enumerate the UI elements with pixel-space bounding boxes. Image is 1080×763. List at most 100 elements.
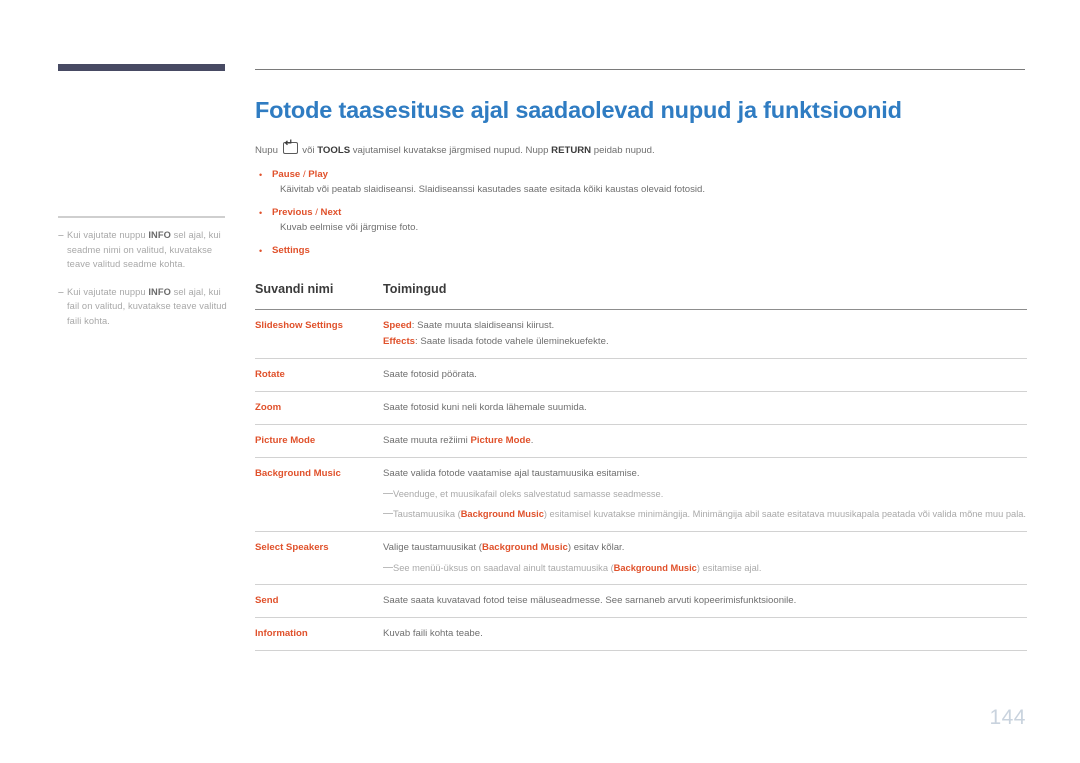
sub-note-after: ) esitamise ajal. (696, 562, 762, 573)
table-row: Select Speakers Valige taustamuusikat (B… (255, 531, 1027, 585)
option-name: Send (255, 595, 279, 607)
bullet-marker-icon: • (259, 169, 263, 180)
sidebar-note-before: Kui vajutate nuppu (67, 230, 149, 240)
action-text: : Saate lisada fotode vahele üleminekuef… (415, 335, 609, 347)
option-action: Saate muuta režiimi Picture Mode. (383, 424, 1027, 457)
sub-note: — Veenduge, et muusikafail oleks salvest… (383, 487, 1027, 502)
option-action: Saate saata kuvatavad fotod teise mäluse… (383, 585, 1027, 618)
table-row: Slideshow Settings Speed: Saate muuta sl… (255, 309, 1027, 359)
option-name: Slideshow Settings (255, 319, 343, 331)
column-header-name: Suvandi nimi (255, 281, 334, 296)
dash-marker: — (383, 508, 393, 520)
bullet-description: Käivitab või peatab slaidiseansi. Slaidi… (280, 183, 706, 195)
bullet-label-separator: / (312, 206, 321, 218)
sub-note-text: Veenduge, et muusikafail oleks salvestat… (393, 487, 663, 502)
action-text-end: ) esitav kõlar. (567, 541, 625, 553)
option-name: Background Music (255, 467, 341, 479)
intro-paragraph: Nupu või TOOLS vajutamisel kuvatakse jär… (255, 139, 1027, 158)
bullet-heading: • Settings (255, 244, 1027, 258)
action-line: Valige taustamuusikat (Background Music)… (383, 541, 1027, 555)
sidebar-note: – Kui vajutate nuppu INFO sel ajal, kui … (58, 228, 228, 272)
intro-return-label: RETURN (551, 145, 592, 156)
option-name: Picture Mode (255, 434, 316, 446)
sub-note-before: Taustamuusika ( (393, 509, 461, 520)
dash-marker: – (58, 229, 64, 241)
table-row: Send Saate saata kuvatavad fotod teise m… (255, 585, 1027, 618)
options-table: Suvandi nimi Toimingud Slideshow Setting… (255, 282, 1027, 652)
dash-marker: – (58, 285, 64, 298)
option-action: Saate valida fotode vaatamise ajal taust… (383, 457, 1027, 531)
bullet-label-a: Previous (272, 206, 313, 218)
intro-part4: peidab nupud. (591, 145, 655, 156)
table-row: Picture Mode Saate muuta režiimi Picture… (255, 424, 1027, 458)
sidebar-note-before: Kui vajutate nuppu (67, 286, 149, 297)
enter-key-icon (282, 139, 298, 154)
action-term: Effects (383, 335, 415, 347)
table-header-row: Suvandi nimi Toimingud (255, 282, 1027, 310)
bullet-label-a: Pause (272, 168, 301, 180)
action-line: Kuvab faili kohta teabe. (383, 627, 1027, 641)
action-text: Kuvab faili kohta teabe. (383, 628, 483, 640)
sidebar-note-bold: INFO (148, 230, 171, 240)
bullet-heading: • Pause / Play (255, 168, 1027, 182)
list-item: • Previous / Next Kuvab eelmise või järg… (255, 206, 1027, 235)
intro-part3: vajutamisel kuvatakse järgmised nupud. N… (350, 145, 552, 156)
intro-part2: või (299, 145, 318, 156)
action-line: Effects: Saate lisada fotode vahele ülem… (383, 335, 1027, 349)
bullet-marker-icon: • (259, 245, 263, 256)
intro-part1: Nupu (255, 145, 281, 156)
main-content: Fotode taasesituse ajal saadaolevad nupu… (255, 95, 1027, 651)
page-number: 144 (989, 706, 1026, 729)
sub-note: — See menüü-üksus on saadaval ainult tau… (383, 561, 1027, 576)
action-text: : Saate muuta slaidiseansi kiirust. (411, 319, 555, 331)
action-text: Saate valida fotode vaatamise ajal taust… (383, 467, 640, 479)
option-name: Zoom (255, 401, 282, 413)
bullet-description: Kuvab eelmise või järgmise foto. (280, 221, 419, 233)
bullet-label: Previous / Next (272, 206, 341, 220)
column-header-action: Toimingud (383, 281, 447, 296)
action-line: Saate fotosid pöörata. (383, 368, 1027, 382)
bullet-marker-icon: • (259, 207, 263, 218)
sub-note-term: Background Music (613, 562, 697, 573)
sidebar-notes: – Kui vajutate nuppu INFO sel ajal, kui … (58, 216, 228, 341)
action-text: Valige taustamuusikat ( (383, 541, 483, 553)
sub-note-text: See menüü-üksus on saadaval ainult taust… (393, 561, 761, 576)
action-term-inline: Background Music (482, 541, 568, 553)
option-name: Information (255, 628, 308, 640)
table-row: Background Music Saate valida fotode vaa… (255, 457, 1027, 532)
table-row: Information Kuvab faili kohta teabe. (255, 618, 1027, 651)
action-line: Saate saata kuvatavad fotod teise mäluse… (383, 594, 1027, 608)
option-action: Saate fotosid pöörata. (383, 358, 1027, 391)
bullet-label-b: Next (320, 206, 342, 218)
option-name: Rotate (255, 368, 285, 380)
intro-tools-label: TOOLS (317, 145, 351, 156)
dash-marker: — (383, 487, 393, 499)
action-term-inline: Picture Mode (470, 434, 531, 446)
action-text: Saate muuta režiimi (383, 434, 471, 446)
list-item: • Settings (255, 244, 1027, 258)
bullet-heading: • Previous / Next (255, 206, 1027, 220)
header-accent-bar (58, 64, 225, 71)
option-action: Speed: Saate muuta slaidiseansi kiirust.… (383, 309, 1027, 358)
bullet-list: • Pause / Play Käivitab või peatab slaid… (255, 168, 1027, 258)
action-text: Saate fotosid pöörata. (383, 368, 477, 380)
header-rule (255, 69, 1025, 70)
sub-note-term: Background Music (460, 509, 544, 520)
action-line: Saate valida fotode vaatamise ajal taust… (383, 467, 1027, 481)
sidebar-note-text: Kui vajutate nuppu INFO sel ajal, kui fa… (67, 285, 228, 329)
bullet-label-a: Settings (272, 244, 310, 256)
option-name: Select Speakers (255, 541, 329, 553)
action-text: Saate saata kuvatavad fotod teise mäluse… (383, 595, 797, 607)
sub-note-text: Taustamuusika (Background Music) esitami… (393, 507, 1026, 522)
option-action: Valige taustamuusikat (Background Music)… (383, 531, 1027, 585)
action-line: Saate fotosid kuni neli korda lähemale s… (383, 401, 1027, 415)
sidebar-note-text: Kui vajutate nuppu INFO sel ajal, kui se… (67, 228, 228, 272)
bullet-label-b: Play (308, 168, 329, 180)
table-header: Suvandi nimi Toimingud (255, 282, 1027, 310)
sub-note-after: ) esitamisel kuvatakse minimängija. Mini… (543, 509, 1027, 520)
dash-marker: — (383, 561, 393, 573)
sub-note: — Taustamuusika (Background Music) esita… (383, 507, 1027, 522)
table-row: Zoom Saate fotosid kuni neli korda lähem… (255, 391, 1027, 425)
table-row: Rotate Saate fotosid pöörata. (255, 358, 1027, 392)
action-line: Saate muuta režiimi Picture Mode. (383, 434, 1027, 448)
